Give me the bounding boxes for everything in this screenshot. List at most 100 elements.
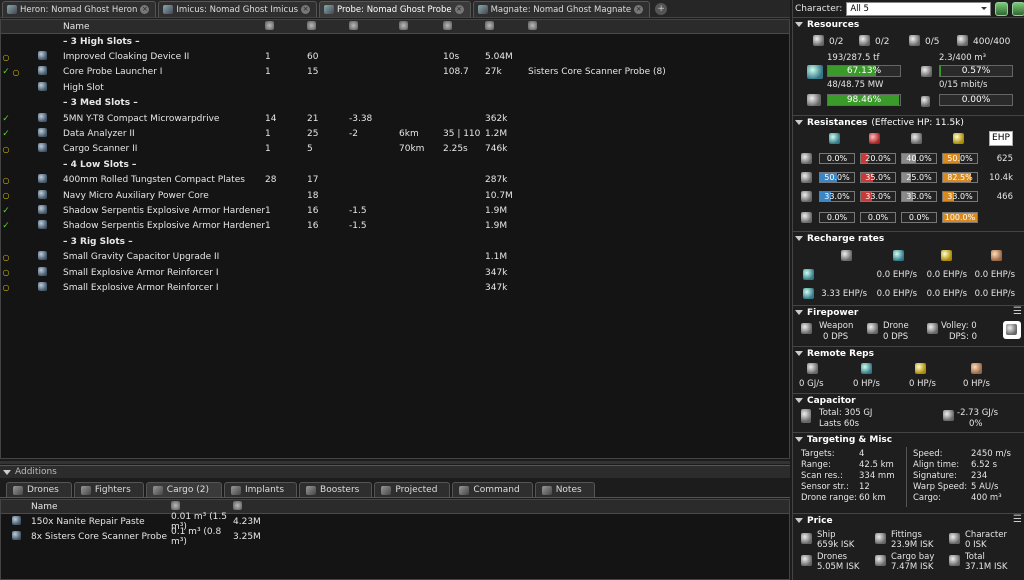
fit-tab[interactable]: Heron: Nomad Ghost Heron × [2, 1, 157, 17]
module-row[interactable]: ○ Navy Micro Auxiliary Power Core 18 10.7M [1, 188, 789, 203]
resist-text: 0.0% [908, 213, 930, 222]
cargo-row[interactable]: 8x Sisters Core Scanner Probe 0.1 m³ (0.8… [1, 526, 789, 547]
close-tab-icon[interactable]: × [454, 5, 464, 14]
resistances-header[interactable]: Resistances (Effective HP: 11.5k) [793, 116, 1024, 129]
price-column-icon[interactable] [485, 20, 494, 30]
fit-tab[interactable]: Magnate: Nomad Ghost Magnate × [472, 1, 651, 17]
collapse-arrow-icon[interactable] [795, 22, 803, 27]
recharge-header[interactable]: Recharge rates [793, 232, 1024, 245]
module-icon-cell [21, 66, 63, 78]
fit-tab-label: Imicus: Nomad Ghost Imicus [176, 4, 299, 15]
module-name: Cargo Scanner II [63, 144, 138, 155]
module-state-icon[interactable]: ○ [1, 283, 11, 292]
firepower-header[interactable]: Firepower [793, 306, 1024, 319]
additions-tab-drones[interactable]: Drones [6, 482, 72, 497]
misc-label: Cargo: [913, 493, 941, 503]
charge-state-icon: ○ [12, 67, 20, 77]
module-row[interactable]: ✓ Shadow Serpentis Explosive Armor Harden… [1, 219, 789, 234]
additions-tab-projected[interactable]: Projected [374, 482, 451, 497]
fittings-price-icon [875, 533, 886, 544]
collapse-arrow-icon[interactable] [795, 310, 803, 315]
module-row[interactable]: ○ Small Gravity Capacitor Upgrade II 1.1M [1, 249, 789, 264]
close-tab-icon[interactable]: × [634, 5, 644, 14]
fit-tab-label: Heron: Nomad Ghost Heron [20, 4, 138, 15]
new-tab-icon[interactable]: + [655, 3, 668, 15]
module-state-icon[interactable]: ✓ [1, 206, 11, 216]
module-state-icon[interactable]: ○ [1, 268, 11, 277]
module-row[interactable]: ✓ ○ Core Probe Launcher I 1 15 108.7 27k Sister… [1, 65, 789, 80]
collapse-arrow-icon[interactable] [795, 236, 803, 241]
additions-tab-notes[interactable]: Notes [534, 482, 595, 497]
additions-tab-implants[interactable]: Implants [223, 482, 298, 497]
cargo-name-column-header[interactable]: Name [31, 502, 171, 512]
module-state-icon[interactable]: ○ [1, 176, 11, 185]
tab-icon [459, 485, 470, 495]
collapse-arrow-icon[interactable] [795, 398, 803, 403]
additions-header[interactable]: Additions [0, 465, 790, 478]
module-row[interactable]: High Slot [1, 80, 789, 95]
tab-label: Command [473, 485, 520, 495]
resources-header[interactable]: Resources [793, 18, 1024, 31]
module-row[interactable]: ○ Cargo Scanner II 1 5 70km 2.25s 746k [1, 142, 789, 157]
fit-tab[interactable]: Probe: Nomad Ghost Probe × [319, 1, 471, 17]
powergrid-column-icon[interactable] [307, 20, 316, 30]
pane-splitter[interactable] [0, 461, 790, 464]
ehp-toggle-button[interactable]: EHP [989, 131, 1013, 146]
module-c4-value: 1 [265, 144, 271, 155]
module-row[interactable]: ✓ Data Analyzer II 1 25 -2 6km 35 | 110 1.2M [1, 126, 789, 141]
collapse-arrow-icon[interactable] [3, 469, 11, 475]
volume-column-icon[interactable] [171, 500, 180, 510]
module-row[interactable]: ○ 400mm Rolled Tungsten Compact Plates 28 1… [1, 173, 789, 188]
module-state-icon[interactable]: ○ [1, 253, 11, 262]
capacitor-column-icon[interactable] [349, 20, 358, 30]
module-state-icon[interactable]: ○ [1, 191, 11, 200]
firepower-menu-icon[interactable]: ☰ [1013, 307, 1022, 317]
character-select[interactable]: All 5 [846, 1, 991, 16]
remote-reps-header[interactable]: Remote Reps [793, 347, 1024, 360]
collapse-arrow-icon[interactable] [795, 518, 803, 523]
additions-tab-boosters[interactable]: Boosters [299, 482, 373, 497]
collapse-arrow-icon[interactable] [795, 351, 803, 356]
price-column-icon[interactable] [233, 500, 242, 510]
close-tab-icon[interactable]: × [301, 5, 311, 14]
module-row[interactable]: ○ Improved Cloaking Device II 1 60 10s 5.04M [1, 49, 789, 64]
close-tab-icon[interactable]: × [140, 5, 150, 14]
additions-tab-cargo[interactable]: Cargo (2) [145, 482, 222, 497]
range-column-icon[interactable] [399, 20, 408, 30]
module-state-icon[interactable]: ✓ [1, 114, 11, 124]
module-name: Data Analyzer II [63, 129, 135, 140]
module-state-icon[interactable]: ○ [1, 53, 11, 62]
additions-tab-fighters[interactable]: Fighters [73, 482, 144, 497]
targeting-header[interactable]: Targeting & Misc [793, 433, 1024, 446]
cpu-column-icon[interactable] [265, 20, 274, 30]
module-row[interactable]: ○ Small Explosive Armor Reinforcer I 347k [1, 265, 789, 280]
drone-label: Drone [883, 321, 909, 331]
cpu-icon [807, 65, 823, 79]
price-header[interactable]: Price [793, 514, 1024, 527]
refresh-character-button[interactable] [994, 1, 1008, 16]
data-analyzer-icon [37, 128, 47, 138]
damage-pattern-button[interactable] [1003, 321, 1021, 339]
cargo-item-volume: 0.1 m³ (0.8 m³) [171, 526, 222, 547]
module-row[interactable]: ✓ 5MN Y-T8 Compact Microwarpdrive 14 21 -3.3… [1, 111, 789, 126]
firepower-title: Firepower [807, 307, 859, 318]
module-state-icon[interactable]: ✓ [1, 221, 11, 231]
module-state-icon[interactable]: ✓ [1, 129, 11, 139]
charge-column-icon[interactable] [528, 20, 537, 30]
collapse-arrow-icon[interactable] [795, 437, 803, 442]
collapse-arrow-icon[interactable] [795, 120, 803, 125]
resist-value: 40.0% [901, 153, 937, 164]
module-row[interactable]: ○ Small Explosive Armor Reinforcer I 347k [1, 280, 789, 295]
edit-character-button[interactable] [1011, 1, 1024, 16]
capacitor-header[interactable]: Capacitor [793, 394, 1024, 407]
module-row[interactable]: ✓ Shadow Serpentis Explosive Armor Harden… [1, 203, 789, 218]
price-menu-icon[interactable]: ☰ [1013, 515, 1022, 525]
fit-tab[interactable]: Imicus: Nomad Ghost Imicus × [158, 1, 318, 17]
module-state-icon[interactable]: ✓ [1, 67, 11, 77]
name-column-header[interactable]: Name [63, 22, 265, 32]
microwarpdrive-icon [37, 112, 47, 122]
module-state-icon[interactable]: ○ [1, 145, 11, 154]
cargo-row[interactable]: 150x Nanite Repair Paste 0.01 m³ (1.5 m³)… [1, 512, 789, 532]
additions-tab-command[interactable]: Command [452, 482, 533, 497]
cycle-column-icon[interactable] [443, 20, 452, 30]
